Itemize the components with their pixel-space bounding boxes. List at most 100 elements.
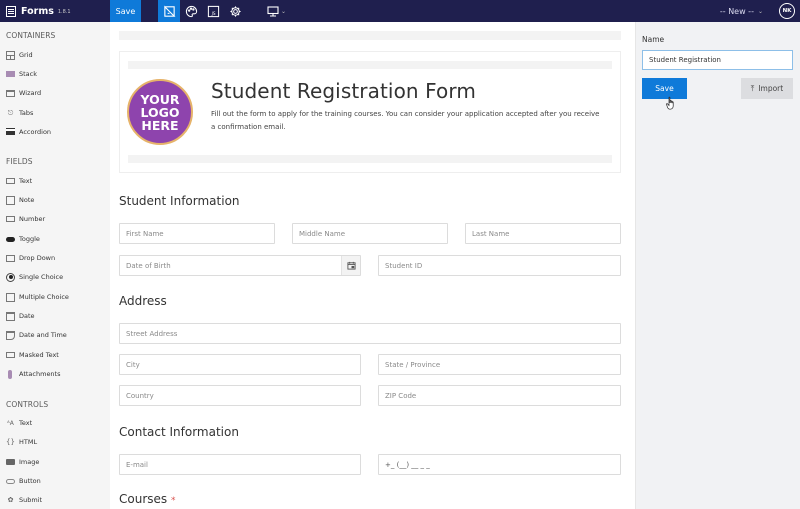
toolbar-save-button[interactable]: Save: [110, 0, 141, 22]
section-header-controls: CONTROLS: [6, 400, 49, 409]
toolbox-item-masked-text[interactable]: Masked Text: [6, 349, 59, 361]
brand: Forms 1.8.1: [0, 0, 110, 22]
datetime-icon: [6, 330, 15, 340]
toolbox-item-toggle[interactable]: Toggle: [6, 233, 40, 245]
item-label: Number: [19, 215, 46, 223]
text-field-icon: [6, 178, 15, 184]
text-control-icon: ᴬA: [7, 419, 14, 427]
state-province-field[interactable]: State / Province: [378, 354, 621, 375]
form-select-value: -- New --: [719, 6, 754, 16]
js-icon[interactable]: JS: [202, 0, 224, 22]
toolbox-item-note[interactable]: Note: [6, 194, 34, 206]
first-name-field[interactable]: First Name: [119, 223, 275, 244]
drop-zone[interactable]: [128, 61, 612, 69]
phone-field[interactable]: +_ (__) __ _ _: [378, 454, 621, 475]
upload-icon: ⤒: [750, 83, 755, 93]
item-label: HTML: [19, 438, 38, 446]
toolbox-item-dropdown[interactable]: Drop Down: [6, 252, 55, 264]
user-avatar[interactable]: NK: [779, 3, 795, 19]
attachment-icon: [8, 369, 12, 379]
toolbox-item-single-choice[interactable]: Single Choice: [6, 271, 63, 283]
student-id-field[interactable]: Student ID: [378, 255, 621, 276]
courses-title-text: Courses: [119, 492, 168, 506]
item-label: Note: [19, 196, 35, 204]
form-list-icon[interactable]: [6, 5, 16, 17]
drop-zone-top[interactable]: [119, 31, 621, 40]
item-label: Image: [19, 458, 40, 466]
item-label: Wizard: [19, 89, 42, 97]
toolbox-item-date-time[interactable]: Date and Time: [6, 329, 67, 341]
toolbox-item-accordion[interactable]: Accordion: [6, 126, 51, 138]
form-canvas: YOUR LOGO HERE Student Registration Form…: [110, 22, 635, 509]
device-preview-selector[interactable]: ⌄: [267, 5, 287, 17]
number-icon: [6, 216, 15, 222]
item-label: Date and Time: [19, 331, 67, 339]
toolbox-item-multiple-choice[interactable]: Multiple Choice: [6, 291, 69, 303]
masked-text-icon: [6, 352, 15, 358]
last-name-field[interactable]: Last Name: [465, 223, 621, 244]
item-label: Accordion: [19, 128, 52, 136]
grid-icon: [6, 50, 15, 60]
form-designer-icon[interactable]: [158, 0, 180, 22]
zip-code-field[interactable]: ZIP Code: [378, 385, 621, 406]
dropdown-icon: [6, 254, 15, 262]
hand-cursor-icon: [666, 96, 674, 110]
date-of-birth-placeholder: Date of Birth: [126, 261, 171, 270]
form-title: Student Registration Form: [211, 79, 476, 103]
section-header-fields: FIELDS: [6, 157, 33, 166]
date-of-birth-field[interactable]: Date of Birth: [119, 255, 361, 276]
section-header-containers: CONTAINERS: [6, 31, 56, 40]
tabs-icon: ⎋: [7, 108, 14, 117]
import-button[interactable]: ⤒ Import: [741, 78, 793, 99]
item-label: Button: [19, 477, 41, 485]
street-address-field[interactable]: Street Address: [119, 323, 621, 344]
middle-name-field[interactable]: Middle Name: [292, 223, 448, 244]
palette-icon[interactable]: [180, 0, 202, 22]
properties-panel: Name Student Registration Save ⤒ Import: [635, 22, 800, 509]
toolbox-item-grid[interactable]: Grid: [6, 49, 33, 61]
toolbox-sidebar: CONTAINERS Grid Stack Wizard ⎋ Tabs Accor…: [0, 22, 110, 509]
logo-image: YOUR LOGO HERE: [127, 79, 193, 145]
toolbox-item-html[interactable]: {} HTML: [6, 436, 37, 448]
toolbox-item-attachments[interactable]: Attachments: [6, 368, 61, 380]
toolbox-item-submit[interactable]: ✿ Submit: [6, 494, 43, 506]
chevron-down-icon: ⌄: [281, 7, 287, 15]
logo-line: YOUR: [140, 91, 180, 107]
city-field[interactable]: City: [119, 354, 361, 375]
logo-line: HERE: [141, 117, 179, 133]
import-label: Import: [758, 84, 784, 93]
drop-zone[interactable]: [128, 155, 612, 163]
email-field[interactable]: E-mail: [119, 454, 361, 475]
toolbox-item-tabs[interactable]: ⎋ Tabs: [6, 107, 34, 119]
calendar-button[interactable]: [341, 256, 360, 275]
desktop-icon: [267, 5, 279, 17]
item-label: Attachments: [19, 370, 61, 378]
item-label: Grid: [19, 51, 33, 59]
save-button[interactable]: Save: [642, 78, 687, 99]
toolbox-item-date[interactable]: Date: [6, 310, 35, 322]
form-description: Fill out the form to apply for the train…: [211, 110, 600, 131]
toolbox-item-number[interactable]: Number: [6, 213, 45, 225]
toolbox-item-stack[interactable]: Stack: [6, 68, 37, 80]
section-title-courses: Courses *: [119, 492, 175, 506]
gear-icon[interactable]: [224, 0, 246, 22]
app-version: 1.8.1: [57, 9, 71, 15]
item-label: Date: [19, 312, 35, 320]
form-name-input[interactable]: Student Registration: [642, 50, 793, 70]
image-icon: [6, 459, 15, 465]
item-label: Text: [19, 177, 33, 185]
note-icon: [6, 195, 15, 205]
toolbox-item-text[interactable]: Text: [6, 175, 32, 187]
accordion-icon: [6, 129, 15, 135]
button-icon: [6, 478, 15, 484]
country-field[interactable]: Country: [119, 385, 361, 406]
toolbox-item-button[interactable]: Button: [6, 475, 41, 487]
item-label: Single Choice: [19, 273, 64, 281]
checkbox-icon: [6, 292, 15, 302]
chevron-down-icon: ⌄: [757, 7, 763, 15]
toolbox-item-wizard[interactable]: Wizard: [6, 87, 41, 99]
item-label: Submit: [19, 496, 43, 504]
toolbox-item-image[interactable]: Image: [6, 456, 39, 468]
form-select-dropdown[interactable]: -- New -- ⌄: [720, 0, 763, 22]
toolbox-item-text-control[interactable]: ᴬA Text: [6, 417, 32, 429]
